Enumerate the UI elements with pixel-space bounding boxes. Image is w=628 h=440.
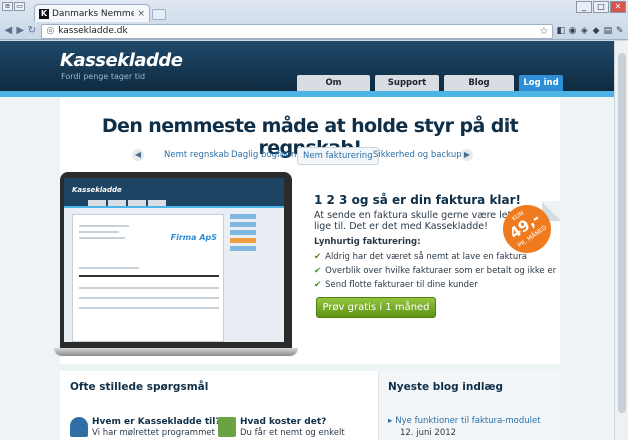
mock-line xyxy=(79,297,219,299)
browser-chrome: ≡ ▭ K Danmarks Nemmeste R × _ □ ✕ ◀ ▶ ↻ … xyxy=(0,0,628,40)
laptop-base xyxy=(54,348,298,356)
mock-sidebar xyxy=(230,214,256,254)
feature-subheading: Lynhurtig fakturering: xyxy=(314,237,421,247)
blog-post-date: 12. juni 2012 xyxy=(400,428,457,438)
address-bar[interactable]: ◎ kassekladde.dk ☆ xyxy=(41,23,554,39)
minimize-button[interactable]: _ xyxy=(576,1,592,13)
extension-icon-1[interactable]: ◧ xyxy=(556,25,565,37)
site-logo[interactable]: Kassekladde xyxy=(60,50,183,71)
tab-close-icon[interactable]: × xyxy=(137,9,145,19)
forward-button[interactable]: ▶ xyxy=(16,25,25,37)
hero-section: Den nemmeste måde at holde styr på dit r… xyxy=(54,97,561,364)
laptop-lid: Kassekladde Firma ApS xyxy=(60,172,292,350)
bullet-text: Overblik over hvilke fakturaer som er be… xyxy=(325,266,557,276)
web-page: Kassekladde Fordi penge tager tid Om kas… xyxy=(0,41,628,440)
site-header: Kassekladde Fordi penge tager tid Om kas… xyxy=(0,41,628,104)
nav-blog[interactable]: Blog xyxy=(444,75,514,91)
blog-panel: Nyeste blog indlæg ▸ Nye funktioner til … xyxy=(378,371,560,440)
back-button[interactable]: ◀ xyxy=(4,25,13,37)
bookmark-star-icon[interactable]: ☆ xyxy=(539,26,548,37)
checkmark-icon: ✔ xyxy=(314,280,322,290)
try-free-button[interactable]: Prøv gratis i 1 måned xyxy=(316,297,436,318)
mock-line xyxy=(79,237,125,239)
close-window-button[interactable]: ✕ xyxy=(610,1,626,13)
feature-title: 1 2 3 og så er din faktura klar! xyxy=(314,193,522,207)
window-controls: _ □ ✕ xyxy=(576,1,626,13)
feature-tab-sikkerhed-og-backup[interactable]: Sikkerhed og backup xyxy=(373,146,462,164)
extension-icon-3[interactable]: ◈ xyxy=(580,25,589,37)
feature-carousel-nav: ◀ Nemt regnskab Daglig bogføring Nem fak… xyxy=(60,146,560,165)
new-tab-button[interactable] xyxy=(152,9,166,20)
reload-button[interactable]: ↻ xyxy=(28,25,37,37)
calculator-icon xyxy=(218,417,236,437)
feature-tab-nem-fakturering[interactable]: Nem fakturering xyxy=(297,147,379,165)
feature-tab-nemt-regnskab[interactable]: Nemt regnskab xyxy=(164,146,229,164)
mock-accent-bar xyxy=(64,206,284,208)
carousel-next-arrow-icon[interactable]: ▶ xyxy=(461,149,473,161)
page-scrollbar[interactable] xyxy=(614,41,628,440)
page-menu-icon[interactable]: ▤ xyxy=(603,25,613,37)
page-info-icon[interactable]: ◎ xyxy=(46,26,54,36)
scrollbar-thumb[interactable] xyxy=(618,53,626,413)
blog-post-title[interactable]: Nye funktioner til faktura-modulet xyxy=(395,416,540,426)
laptop-screen: Kassekladde Firma ApS xyxy=(64,178,284,342)
mock-line xyxy=(79,231,119,233)
window-menu-buttons: ≡ ▭ xyxy=(2,2,25,11)
wrench-menu-icon[interactable]: ✎ xyxy=(615,25,624,37)
faq-answer: Vi har mølrettet programmet til xyxy=(92,428,226,438)
mock-invoice: Firma ApS xyxy=(72,214,224,342)
faq-answer: Du får et nemt og enkelt xyxy=(240,428,345,438)
url-text[interactable]: kassekladde.dk xyxy=(58,26,535,36)
mock-line xyxy=(79,287,219,289)
extension-icon-4[interactable]: ◆ xyxy=(592,25,601,37)
site-favicon-icon: K xyxy=(39,8,49,19)
checkmark-icon: ✔ xyxy=(314,252,322,262)
feature-tab-daglig-bogforing[interactable]: Daglig bogføring xyxy=(231,146,302,164)
bullet-text: Send flotte fakturaer til dine kunder xyxy=(325,280,478,290)
list-item: ✔ Overblik over hvilke fakturaer som er b… xyxy=(314,264,556,278)
window-menu-icon[interactable]: ≡ xyxy=(2,2,13,11)
nav-log-ind[interactable]: Log ind xyxy=(519,75,563,91)
main-nav: Om kassekladde Support Blog Log ind xyxy=(297,75,563,104)
blog-post-link[interactable]: ▸ Nye funktioner til faktura-modulet xyxy=(388,416,541,426)
mock-line xyxy=(79,307,219,309)
user-icon xyxy=(70,417,88,437)
window-menu-icon-2[interactable]: ▭ xyxy=(14,2,25,11)
browser-toolbar: ◀ ▶ ↻ ◎ kassekladde.dk ☆ ◧ ◉ ◈ ◆ ▤ ✎ xyxy=(0,22,628,40)
mock-company-name: Firma ApS xyxy=(170,233,217,242)
feature-bullet-list: ✔ Aldrig har det været så nemt at lave en… xyxy=(314,250,556,292)
bullet-arrow-icon: ▸ xyxy=(388,416,393,426)
mock-line xyxy=(79,267,139,269)
checkmark-icon: ✔ xyxy=(314,266,322,276)
blog-title: Nyeste blog indlæg xyxy=(388,381,504,393)
faq-question[interactable]: Hvem er Kassekladde til? xyxy=(92,417,221,427)
list-item: ✔ Send flotte fakturaer til dine kunder xyxy=(314,278,556,292)
site-tagline: Fordi penge tager tid xyxy=(61,72,146,81)
faq-title: Ofte stillede spørgsmål xyxy=(70,381,209,393)
nav-om-kassekladde[interactable]: Om kassekladde xyxy=(297,75,370,104)
mock-logo: Kassekladde xyxy=(72,186,122,194)
lower-section: Ofte stillede spørgsmål Hvem er Kassekla… xyxy=(60,371,560,440)
browser-tab[interactable]: K Danmarks Nemmeste R × xyxy=(34,4,150,22)
mock-line xyxy=(79,275,219,277)
nav-support[interactable]: Support xyxy=(375,75,439,91)
carousel-prev-arrow-icon[interactable]: ◀ xyxy=(132,149,144,161)
tab-title: Danmarks Nemmeste R xyxy=(52,8,135,19)
bullet-text: Aldrig har det været så nemt at lave en … xyxy=(325,252,527,262)
laptop-screenshot-image: Kassekladde Firma ApS xyxy=(54,172,298,358)
extension-icon-2[interactable]: ◉ xyxy=(568,25,577,37)
faq-question[interactable]: Hvad koster det? xyxy=(240,417,326,427)
maximize-button[interactable]: □ xyxy=(593,1,609,13)
mock-line xyxy=(79,225,129,227)
